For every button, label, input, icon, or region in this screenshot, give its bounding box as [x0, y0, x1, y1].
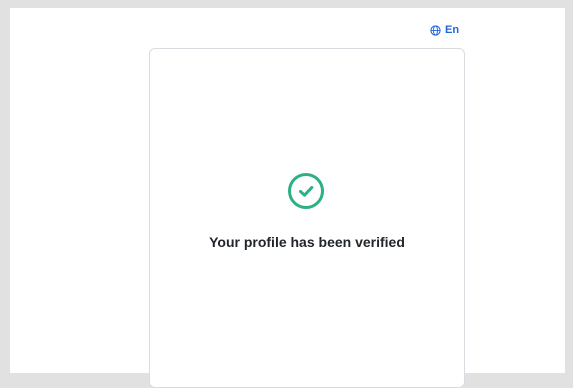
language-label: En: [445, 24, 460, 36]
globe-icon: [430, 24, 441, 36]
page-frame: En Your profile has been verified: [10, 8, 565, 388]
verification-card: Your profile has been verified: [149, 48, 465, 388]
verification-message: Your profile has been verified: [209, 234, 405, 250]
check-circle-icon: [287, 172, 325, 210]
language-switcher[interactable]: En: [430, 22, 459, 38]
